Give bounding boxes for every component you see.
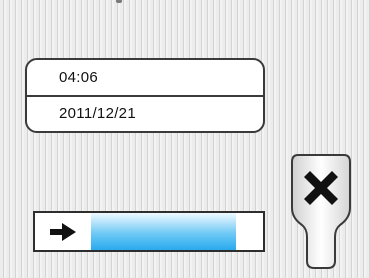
- progress-bar: [33, 211, 265, 252]
- date-value: 2011/12/21: [59, 105, 136, 122]
- close-button[interactable]: [290, 153, 352, 270]
- time-value: 04:06: [59, 69, 99, 86]
- right-arrow-icon: [35, 213, 91, 250]
- progress-fill: [91, 213, 236, 250]
- close-icon: [298, 165, 344, 211]
- screen: 04:06 2011/12/21: [0, 0, 370, 278]
- top-marker: [116, 0, 122, 3]
- datetime-panel: 04:06 2011/12/21: [25, 58, 265, 133]
